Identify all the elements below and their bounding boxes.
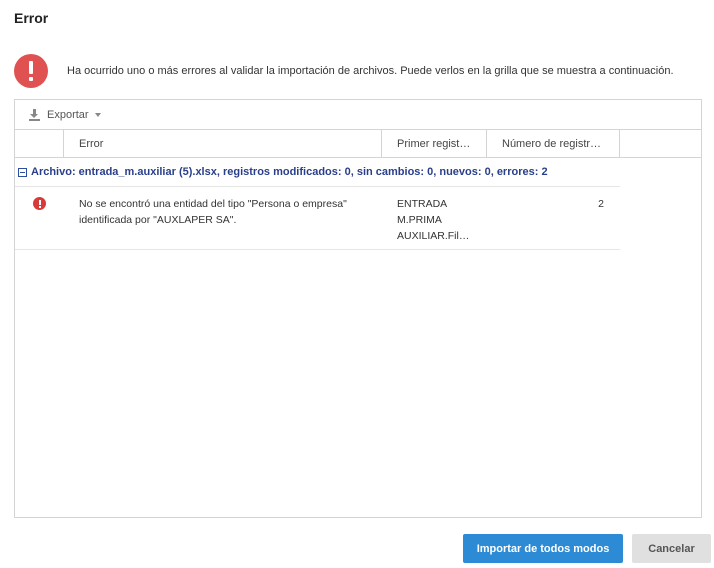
- exclamation-circle-icon: [14, 54, 48, 88]
- alert-message: Ha ocurrido uno o más errores al validar…: [67, 65, 674, 77]
- first-record-cell: ENTRADA M.PRIMA AUXILIAR.Fil…: [382, 187, 487, 249]
- column-header-error[interactable]: Error: [64, 130, 382, 157]
- column-header-record-number[interactable]: Número de registr…: [487, 130, 620, 157]
- export-button[interactable]: Exportar: [28, 108, 101, 121]
- chevron-down-icon: [94, 112, 101, 117]
- status-cell: [15, 187, 64, 249]
- first-record-line: ENTRADA: [397, 198, 448, 210]
- error-message-cell: No se encontró una entidad del tipo "Per…: [79, 198, 347, 226]
- export-label: Exportar: [47, 108, 89, 121]
- dialog-title: Error: [14, 10, 49, 26]
- collapse-icon[interactable]: [18, 167, 27, 177]
- download-icon: [28, 108, 42, 121]
- column-header-status[interactable]: [15, 130, 64, 157]
- error-grid: Exportar Error Primer regist… Número de …: [14, 99, 702, 518]
- grid-toolbar: Exportar: [15, 100, 701, 130]
- table-row[interactable]: No se encontró una entidad del tipo "Per…: [15, 187, 620, 250]
- record-number-cell: 2: [598, 198, 604, 210]
- group-label: Archivo: entrada_m.auxiliar (5).xlsx, re…: [31, 166, 548, 178]
- first-record-line: M.PRIMA: [397, 214, 442, 226]
- column-header-first-record[interactable]: Primer regist…: [382, 130, 487, 157]
- cancel-button[interactable]: Cancelar: [632, 534, 711, 563]
- error-alert: Ha ocurrido uno o más errores al validar…: [14, 54, 704, 88]
- import-anyway-button[interactable]: Importar de todos modos: [463, 534, 623, 563]
- group-row[interactable]: Archivo: entrada_m.auxiliar (5).xlsx, re…: [15, 158, 620, 187]
- error-icon: [33, 197, 46, 210]
- first-record-line: AUXILIAR.Fil…: [397, 230, 470, 242]
- grid-header: Error Primer regist… Número de registr…: [15, 130, 701, 158]
